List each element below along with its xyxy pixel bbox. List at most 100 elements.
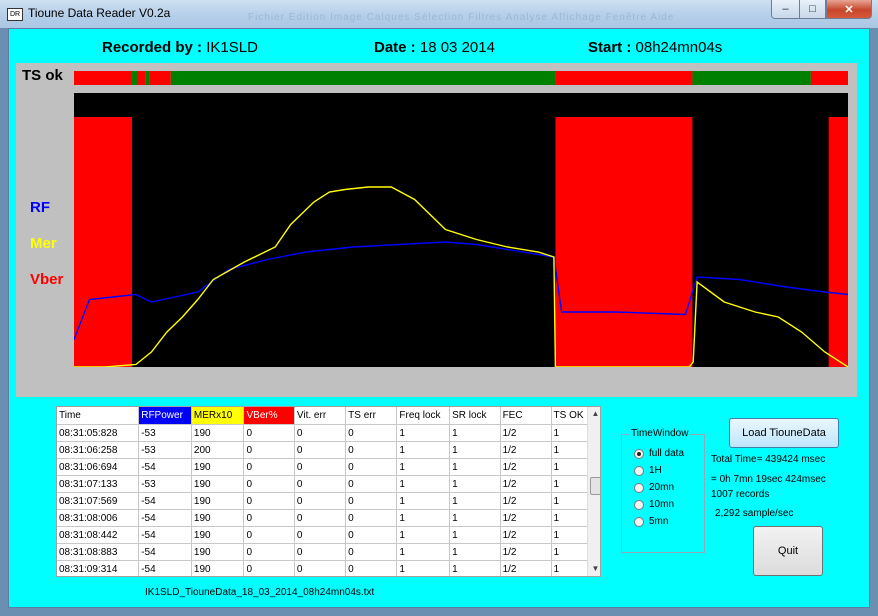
radio-icon[interactable] bbox=[634, 482, 644, 493]
table-cell: 0 bbox=[345, 458, 398, 476]
table-row[interactable]: 08:31:09:314 -54 190 0 0 0 1 1 1/2 1 bbox=[57, 560, 600, 576]
table-cell: 190 bbox=[191, 458, 245, 476]
table-cell: 0 bbox=[294, 475, 347, 493]
table-cell: 08:31:06:694 bbox=[57, 458, 140, 476]
table-cell: 1 bbox=[449, 424, 501, 442]
table-cell: 0 bbox=[243, 441, 295, 459]
table-row[interactable]: 08:31:07:133 -53 190 0 0 0 1 1 1/2 1 bbox=[57, 475, 600, 493]
column-header[interactable]: VBer% bbox=[243, 407, 295, 425]
table-cell: 08:31:05:828 bbox=[57, 424, 140, 442]
recorded-by-label: Recorded by : bbox=[102, 39, 203, 56]
radio-icon[interactable] bbox=[634, 499, 644, 510]
time-window-option[interactable]: 10mn bbox=[634, 499, 674, 510]
grid-scrollbar[interactable]: ▲ ▼ bbox=[587, 407, 600, 576]
table-cell: 0 bbox=[243, 526, 295, 544]
table-cell: -53 bbox=[138, 424, 192, 442]
table-cell: 0 bbox=[294, 492, 347, 510]
table-cell: 0 bbox=[345, 492, 398, 510]
column-header[interactable]: TS err bbox=[345, 407, 398, 425]
scroll-down-icon[interactable]: ▼ bbox=[588, 562, 600, 576]
column-header[interactable]: RFPower bbox=[138, 407, 192, 425]
radio-icon[interactable] bbox=[634, 465, 644, 476]
quit-button[interactable]: Quit bbox=[753, 526, 823, 576]
ts-ok-segment bbox=[145, 71, 150, 85]
ts-ok-segment bbox=[74, 71, 133, 85]
title-bar[interactable]: DR Tioune Data Reader V0.2a Fichier Edit… bbox=[0, 0, 878, 28]
recorded-by-value: IK1SLD bbox=[206, 39, 258, 56]
table-cell: 190 bbox=[191, 560, 245, 576]
ts-ok-label: TS ok bbox=[22, 67, 63, 84]
table-row[interactable]: 08:31:08:006 -54 190 0 0 0 1 1 1/2 1 bbox=[57, 509, 600, 527]
ts-ok-segment bbox=[149, 71, 171, 85]
time-window-legend: TimeWindow bbox=[630, 428, 690, 439]
table-cell: 190 bbox=[191, 543, 245, 561]
table-cell: 1/2 bbox=[500, 441, 552, 459]
column-header[interactable]: SR lock bbox=[449, 407, 501, 425]
table-row[interactable]: 08:31:06:694 -54 190 0 0 0 1 1 1/2 1 bbox=[57, 458, 600, 476]
ts-ok-segment bbox=[170, 71, 556, 85]
table-cell: 0 bbox=[243, 560, 295, 576]
table-cell: 0 bbox=[345, 526, 398, 544]
time-window-group: TimeWindow full data 1H 20mn 10mn 5mn bbox=[621, 428, 705, 553]
table-row[interactable]: 08:31:08:883 -54 190 0 0 0 1 1 1/2 1 bbox=[57, 543, 600, 561]
table-cell: 0 bbox=[345, 441, 398, 459]
table-cell: 0 bbox=[345, 424, 398, 442]
column-header[interactable]: Freq lock bbox=[396, 407, 451, 425]
minimize-button[interactable]: – bbox=[771, 0, 800, 19]
table-cell: 08:31:06:258 bbox=[57, 441, 140, 459]
table-cell: 1/2 bbox=[500, 424, 552, 442]
time-window-option[interactable]: 5mn bbox=[634, 516, 668, 527]
table-cell: 1 bbox=[396, 543, 451, 561]
loaded-filename: IK1SLD_TiouneData_18_03_2014_08h24mn04s.… bbox=[145, 587, 375, 598]
scroll-thumb[interactable] bbox=[590, 477, 600, 495]
table-cell: 1 bbox=[449, 509, 501, 527]
table-row[interactable]: 08:31:05:828 -53 190 0 0 0 1 1 1/2 1 bbox=[57, 424, 600, 442]
scroll-up-icon[interactable]: ▲ bbox=[588, 407, 600, 421]
radio-icon[interactable] bbox=[634, 516, 644, 527]
table-cell: -54 bbox=[138, 560, 192, 576]
table-cell: 0 bbox=[294, 458, 347, 476]
table-cell: 1 bbox=[449, 526, 501, 544]
table-cell: 190 bbox=[191, 492, 245, 510]
time-window-option-label: 20mn bbox=[649, 482, 675, 493]
record-date: Date : 18 03 2014 bbox=[374, 39, 495, 56]
duration: = 0h 7mn 19sec 424msec bbox=[711, 474, 826, 485]
data-grid[interactable]: Time RFPower MERx10 VBer% Vit. err TS err Freq… bbox=[56, 406, 601, 577]
table-cell: 1 bbox=[396, 441, 451, 459]
load-tiounedata-button[interactable]: Load TiouneData bbox=[729, 418, 839, 448]
table-cell: 1 bbox=[396, 458, 451, 476]
chart-panel: TS ok RF Mer Vber bbox=[16, 63, 857, 397]
column-header[interactable]: FEC bbox=[500, 407, 552, 425]
vber-block bbox=[828, 117, 848, 367]
table-row[interactable]: 08:31:06:258 -53 200 0 0 0 1 1 1/2 1 bbox=[57, 441, 600, 459]
table-row[interactable]: 08:31:08:442 -54 190 0 0 0 1 1 1/2 1 bbox=[57, 526, 600, 544]
maximize-button[interactable]: □ bbox=[799, 0, 826, 19]
table-cell: -53 bbox=[138, 441, 192, 459]
radio-icon[interactable] bbox=[634, 448, 644, 459]
recorded-by: Recorded by : IK1SLD bbox=[102, 39, 258, 56]
start-label: Start : bbox=[588, 39, 632, 56]
sample-rate: 2,292 sample/sec bbox=[715, 508, 794, 519]
time-window-option[interactable]: 1H bbox=[634, 465, 662, 476]
close-button[interactable]: ✕ bbox=[826, 0, 872, 19]
table-cell: 0 bbox=[294, 560, 347, 576]
table-cell: 1 bbox=[396, 560, 451, 576]
time-window-option[interactable]: full data bbox=[634, 448, 684, 459]
background-menu-ghost: Fichier Edition Image Calques Sélection … bbox=[248, 12, 675, 23]
column-header[interactable]: Vit. err bbox=[294, 407, 347, 425]
table-cell: 1 bbox=[396, 424, 451, 442]
vber-block bbox=[74, 117, 133, 367]
table-cell: 08:31:09:314 bbox=[57, 560, 140, 576]
column-header[interactable]: MERx10 bbox=[191, 407, 245, 425]
table-cell: 1/2 bbox=[500, 560, 552, 576]
plot-background bbox=[74, 93, 848, 367]
table-cell: 0 bbox=[345, 475, 398, 493]
column-header[interactable]: Time bbox=[57, 407, 140, 425]
time-window-option[interactable]: 20mn bbox=[634, 482, 674, 493]
table-cell: 190 bbox=[191, 509, 245, 527]
table-cell: 190 bbox=[191, 526, 245, 544]
table-row[interactable]: 08:31:07:569 -54 190 0 0 0 1 1 1/2 1 bbox=[57, 492, 600, 510]
table-cell: 0 bbox=[294, 526, 347, 544]
ts-ok-segment bbox=[555, 71, 693, 85]
table-cell: 1/2 bbox=[500, 458, 552, 476]
